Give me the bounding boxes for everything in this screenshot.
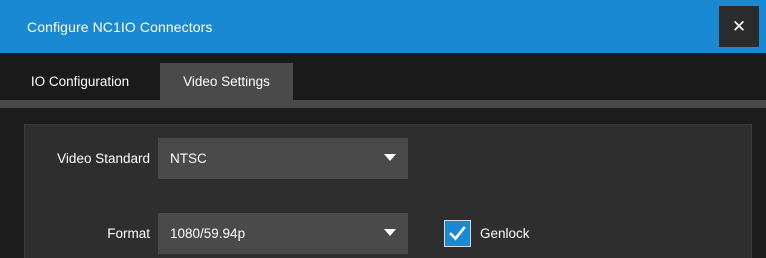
chevron-down-icon [384,154,396,161]
genlock-label: Genlock [480,226,530,241]
tab-strip: IO Configuration Video Settings [0,53,766,100]
tab-video-settings-label: Video Settings [183,74,270,89]
video-standard-dropdown[interactable]: NTSC [158,138,408,179]
tab-divider [0,100,766,108]
format-label: Format [107,226,150,241]
format-value: 1080/59.94p [170,226,246,241]
tab-io-configuration[interactable]: IO Configuration [14,63,146,100]
close-button[interactable]: ✕ [719,6,759,47]
tab-video-settings[interactable]: Video Settings [160,63,293,100]
configure-connectors-dialog: Configure NC1IO Connectors ✕ IO Configur… [0,0,766,258]
genlock-checkbox[interactable] [444,220,471,247]
format-dropdown[interactable]: 1080/59.94p [158,213,408,254]
close-icon: ✕ [731,16,747,36]
checkmark-icon [449,226,466,241]
video-standard-value: NTSC [170,151,207,166]
chevron-down-icon [384,229,396,236]
title-bar: Configure NC1IO Connectors ✕ [0,0,766,53]
tab-io-configuration-label: IO Configuration [30,74,130,89]
dialog-title: Configure NC1IO Connectors [27,19,213,35]
video-standard-label: Video Standard [57,151,150,166]
